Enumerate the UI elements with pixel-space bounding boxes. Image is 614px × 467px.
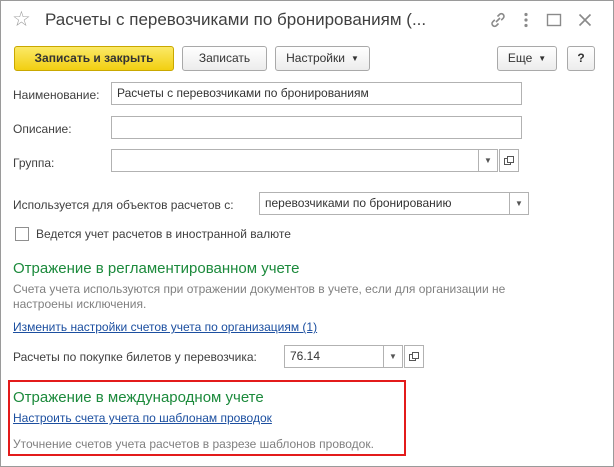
tickets-open-button[interactable] [404,345,424,368]
regulated-section-title: Отражение в регламентированном учете [13,260,300,277]
change-org-accounts-link[interactable]: Изменить настройки счетов учета по орган… [13,320,317,335]
favorite-star-icon[interactable]: ☆ [12,8,31,32]
more-button-label: Еще [507,51,533,65]
group-input[interactable] [111,149,479,172]
description-input[interactable] [111,116,522,139]
settings-button[interactable]: Настройки ▼ [275,46,370,71]
name-input[interactable]: Расчеты с перевозчиками по бронированиям [111,82,522,105]
used-for-dropdown-button[interactable]: ▼ [509,192,529,215]
chevron-down-icon: ▼ [538,54,547,63]
description-label: Описание: [13,122,72,136]
save-and-close-button[interactable]: Записать и закрыть [14,46,174,71]
regulated-note: Счета учета используются при отражении д… [13,282,506,311]
chevron-down-icon: ▼ [484,156,492,165]
tickets-account-input[interactable]: 76.14 [284,345,384,368]
chevron-down-icon: ▼ [389,352,397,361]
tickets-dropdown-button[interactable]: ▼ [383,345,403,368]
chevron-down-icon: ▼ [350,54,359,63]
international-section-title: Отражение в международном учете [13,389,264,406]
used-for-select[interactable]: перевозчиками по бронированию [259,192,510,215]
group-open-button[interactable] [499,149,519,172]
setup-template-accounts-link[interactable]: Настроить счета учета по шаблонам провод… [13,411,272,426]
chevron-down-icon: ▼ [515,199,523,208]
tickets-label: Расчеты по покупке билетов у перевозчика… [13,350,257,364]
open-window-icon [409,352,419,361]
used-for-label: Используется для объектов расчетов с: [13,198,234,212]
save-button[interactable]: Записать [182,46,267,71]
form-window: ☆ Расчеты с перевозчиками по бронировани… [0,0,614,467]
more-dots-icon[interactable] [516,10,536,30]
international-note: Уточнение счетов учета расчетов в разрез… [13,437,374,451]
currency-checkbox-label: Ведется учет расчетов в иностранной валю… [36,227,291,241]
help-button[interactable]: ? [567,46,595,71]
maximize-icon[interactable] [544,10,564,30]
more-button[interactable]: Еще ▼ [497,46,557,71]
name-label: Наименование: [13,88,100,102]
open-window-icon [504,156,514,165]
group-dropdown-button[interactable]: ▼ [478,149,498,172]
close-icon[interactable] [575,10,595,30]
window-title: Расчеты с перевозчиками по бронированиям… [45,10,427,29]
currency-checkbox[interactable] [15,227,29,241]
settings-button-label: Настройки [286,51,345,65]
link-icon[interactable] [488,10,508,30]
group-label: Группа: [13,156,55,170]
title-bar: ☆ Расчеты с перевозчиками по бронировани… [1,1,613,41]
